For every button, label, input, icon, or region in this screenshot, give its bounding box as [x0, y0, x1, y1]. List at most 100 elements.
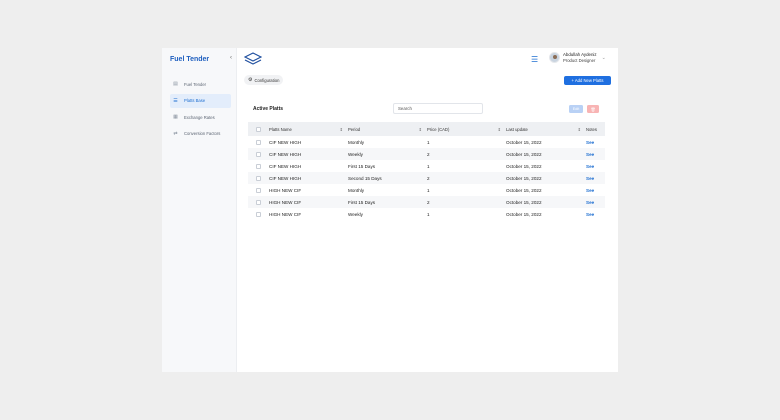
see-notes-link[interactable]: See — [586, 200, 594, 205]
calendar-icon: ▦ — [173, 114, 178, 120]
sort-icon[interactable]: ⇕ — [340, 127, 343, 132]
table-header: Platts Name ⇕ Period ⇕ Price (CAD) ⇕ Last u… — [248, 122, 605, 136]
see-notes-link[interactable]: See — [586, 152, 594, 157]
sidebar-item-label: Fuel Tender — [184, 81, 207, 87]
cell-notes: See — [586, 172, 605, 184]
table-row[interactable]: HIGH NEW CIF Weekly 1 October 15, 2022 S… — [248, 208, 605, 220]
cell-platts-name: HIGH NEW CIF — [269, 199, 302, 205]
edit-button[interactable]: Edit — [569, 105, 583, 113]
cell-platts-name: HIGH NEW CIF — [269, 211, 302, 217]
cell-price: 1 — [427, 211, 430, 217]
cell-price: 2 — [427, 151, 430, 157]
user-profile[interactable]: Abdullah Aydeniz Product Designer ⌄ — [549, 52, 606, 63]
row-checkbox-cell — [248, 208, 269, 220]
cell-period: Weekly — [348, 151, 363, 157]
row-checkbox[interactable] — [256, 139, 261, 145]
table-row[interactable]: HIGH NEW CIF First 15 Days 2 October 15,… — [248, 196, 605, 208]
column-label: Platts Name — [269, 126, 292, 132]
column-header-last-update[interactable]: Last update ⇕ — [506, 122, 586, 136]
column-header-period[interactable]: Period ⇕ — [348, 122, 427, 136]
see-notes-link[interactable]: See — [586, 176, 594, 181]
cell-price: 2 — [427, 175, 430, 181]
chevron-down-icon[interactable]: ⌄ — [602, 55, 606, 61]
row-checkbox-cell — [248, 160, 269, 172]
cell-last-update: October 15, 2022 — [506, 199, 542, 205]
cell-period: First 15 Days — [348, 199, 376, 205]
row-checkbox[interactable] — [256, 163, 261, 169]
sidebar-item-conversion-factors[interactable]: ⇄ Conversion Factors — [170, 127, 231, 141]
card-title: Active Platts — [253, 106, 284, 112]
column-header-notes: Notes — [586, 122, 605, 136]
sidebar-item-fuel-tender[interactable]: ▤ Fuel Tender — [170, 77, 231, 91]
table-row[interactable]: CIF NEW HIGH First 15 Days 1 October 15,… — [248, 160, 605, 172]
add-new-platts-button[interactable]: + Add New Platts — [564, 76, 611, 85]
row-checkbox-cell — [248, 136, 269, 148]
cell-last-update: October 15, 2022 — [506, 175, 542, 181]
row-checkbox-cell — [248, 172, 269, 184]
configuration-button[interactable]: ⚙ Configuration — [244, 75, 284, 85]
row-checkbox[interactable] — [256, 151, 261, 157]
platts-table: Platts Name ⇕ Period ⇕ Price (CAD) ⇕ Last u… — [248, 122, 605, 220]
row-checkbox[interactable] — [256, 199, 261, 205]
sidebar-item-platts-base[interactable]: ☰ Platts Base — [170, 93, 231, 108]
cell-notes: See — [586, 208, 605, 220]
delete-button[interactable]: 🗑 — [587, 105, 599, 113]
cell-notes: See — [586, 160, 605, 172]
column-header-price[interactable]: Price (CAD) ⇕ — [427, 122, 506, 136]
gear-icon: ⚙ — [248, 77, 253, 83]
cell-price: 1 — [427, 163, 430, 169]
brand-title: Fuel Tender — [170, 56, 210, 63]
cell-notes: See — [586, 148, 605, 160]
cell-platts-name: CIF NEW HIGH — [269, 151, 302, 157]
search-input[interactable] — [393, 103, 483, 114]
cell-last-update: October 15, 2022 — [506, 187, 542, 193]
avatar — [549, 52, 560, 63]
active-platts-card: Active Platts Edit 🗑 Platts Name ⇕ Period… — [248, 100, 608, 226]
column-header-platts-name[interactable]: Platts Name ⇕ — [269, 122, 348, 136]
cell-notes: See — [586, 136, 605, 148]
cell-notes: See — [586, 196, 605, 208]
table-row[interactable]: CIF NEW HIGH Monthly 1 October 15, 2022 … — [248, 136, 605, 148]
cell-last-update: October 15, 2022 — [506, 151, 542, 157]
row-checkbox[interactable] — [256, 211, 261, 217]
app-window: Fuel Tender ‹ ▤ Fuel Tender ☰ Platts Bas… — [162, 48, 618, 372]
sidebar-item-label: Exchange Rates — [184, 114, 215, 120]
see-notes-link[interactable]: See — [586, 140, 594, 145]
row-checkbox-cell — [248, 148, 269, 160]
cell-platts-name: CIF NEW HIGH — [269, 175, 302, 181]
sort-icon[interactable]: ⇕ — [419, 127, 422, 132]
cell-period: First 15 Days — [348, 163, 376, 169]
cell-platts-name: CIF NEW HIGH — [269, 163, 302, 169]
sort-icon[interactable]: ⇕ — [498, 127, 501, 132]
table-row[interactable]: CIF NEW HIGH Second 15 Days 2 October 15… — [248, 172, 605, 184]
row-checkbox[interactable] — [256, 175, 261, 181]
cell-period: Weekly — [348, 211, 363, 217]
cell-price: 1 — [427, 139, 430, 145]
main-content: ☰ Abdullah Aydeniz Product Designer ⌄ ⚙ … — [237, 48, 618, 372]
collapse-sidebar-icon[interactable]: ‹ — [230, 55, 232, 61]
column-label: Price (CAD) — [427, 126, 450, 132]
cell-period: Monthly — [348, 139, 365, 145]
sidebar-item-exchange-rates[interactable]: ▦ Exchange Rates — [170, 110, 231, 124]
cell-price: 2 — [427, 199, 430, 205]
user-info: Abdullah Aydeniz Product Designer — [563, 52, 597, 63]
column-label: Period — [348, 126, 361, 132]
menu-icon[interactable]: ☰ — [531, 55, 538, 64]
see-notes-link[interactable]: See — [586, 164, 594, 169]
sort-icon[interactable]: ⇕ — [578, 127, 581, 132]
see-notes-link[interactable]: See — [586, 188, 594, 193]
select-all-checkbox[interactable] — [256, 126, 261, 132]
column-label: Notes — [586, 126, 597, 132]
cell-last-update: October 15, 2022 — [506, 211, 542, 217]
table-row[interactable]: HIGH NEW CIF Monthly 1 October 15, 2022 … — [248, 184, 605, 196]
see-notes-link[interactable]: See — [586, 212, 594, 217]
configuration-label: Configuration — [254, 77, 280, 83]
row-checkbox-cell — [248, 184, 269, 196]
cell-period: Second 15 Days — [348, 175, 382, 181]
sidebar-item-label: Platts Base — [184, 98, 206, 103]
select-all-cell — [248, 122, 269, 136]
table-row[interactable]: CIF NEW HIGH Weekly 2 October 15, 2022 S… — [248, 148, 605, 160]
row-checkbox[interactable] — [256, 187, 261, 193]
sidebar-item-label: Conversion Factors — [184, 131, 221, 136]
cell-platts-name: HIGH NEW CIF — [269, 187, 302, 193]
